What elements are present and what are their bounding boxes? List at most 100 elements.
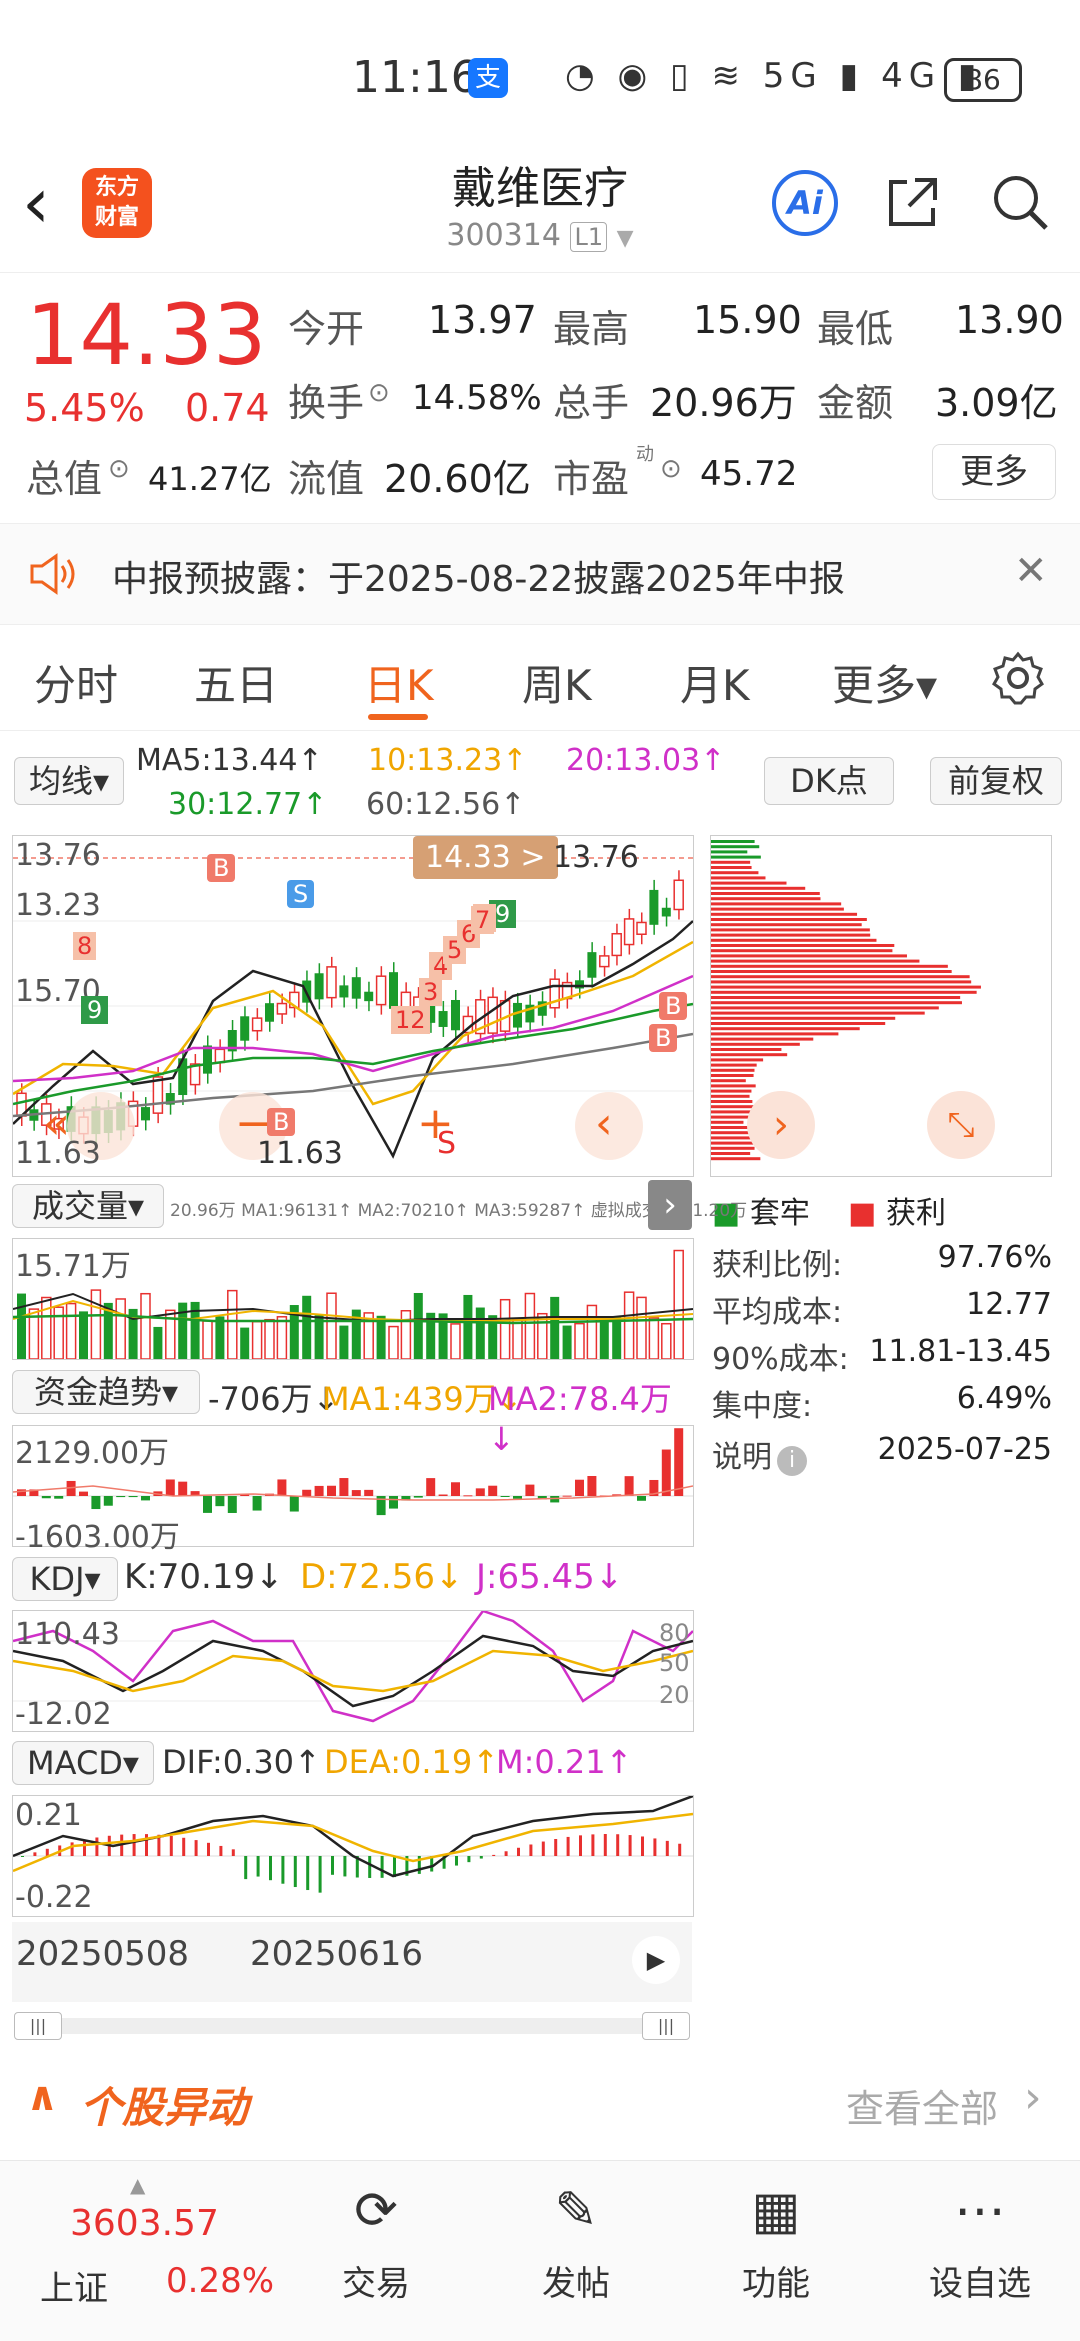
- fund-bar: [116, 1496, 126, 1498]
- kdj-selector[interactable]: KDJ▾: [12, 1557, 118, 1601]
- change-percent: 5.45%: [24, 386, 145, 430]
- volume-bar: [140, 1292, 151, 1360]
- buy-marker[interactable]: B: [659, 992, 688, 1020]
- volume-bar: [264, 1318, 275, 1360]
- search-icon[interactable]: [990, 172, 1050, 232]
- chip-bar: [711, 1037, 814, 1041]
- clock: 11:16: [352, 52, 479, 103]
- notice-banner[interactable]: 中报预披露：于2025-08-22披露2025年中报 ✕: [0, 523, 1080, 625]
- fund-bar: [314, 1485, 324, 1496]
- volume-bar: [115, 1298, 126, 1360]
- dropdown-icon: ▼: [616, 226, 634, 251]
- tab-monthly-k[interactable]: 月K: [680, 652, 750, 713]
- volume-selector[interactable]: 成交量▾: [12, 1184, 164, 1228]
- macd-bar: [665, 1840, 669, 1856]
- chip-bar: [711, 912, 858, 916]
- chip-distribution-chart[interactable]: › ⤡: [710, 835, 1052, 1177]
- macd-bar: [554, 1838, 558, 1856]
- fund-trend-selector[interactable]: 资金趋势▾: [12, 1370, 200, 1414]
- candle-body: [673, 879, 684, 911]
- macd-bar: [380, 1856, 384, 1878]
- chip-bar: [711, 985, 981, 989]
- chip-bar: [711, 907, 844, 911]
- current-price-tag[interactable]: 14.33 >: [413, 836, 558, 879]
- buy-marker[interactable]: B: [207, 854, 236, 882]
- chip-note-row[interactable]: 说明 i 2025-07-25: [712, 1432, 1052, 1479]
- chip-bar: [711, 892, 820, 895]
- td-count-marker: 12: [391, 1006, 430, 1034]
- chip-bar: [711, 1152, 751, 1155]
- candle-body: [451, 999, 460, 1031]
- tab-more[interactable]: 更多▾: [832, 652, 937, 713]
- nav-trade[interactable]: ⟳ 交易: [296, 2161, 456, 2341]
- range-handle-left[interactable]: |||: [14, 2012, 62, 2040]
- index-value: 3603.57: [70, 2203, 219, 2244]
- info-icon[interactable]: ⊙: [368, 378, 390, 408]
- gear-icon[interactable]: [990, 650, 1046, 706]
- sell-marker[interactable]: S: [287, 880, 315, 908]
- nav-functions[interactable]: ▦ 功能: [696, 2161, 856, 2341]
- chip-bar: [711, 876, 766, 880]
- fund-bar: [513, 1496, 522, 1499]
- kline-chart[interactable]: 13.76 13.23 15.70 11.63 14.33 > 13.76 11…: [12, 835, 694, 1177]
- macd-bar: [368, 1856, 372, 1878]
- kdj-level-20: 20: [659, 1681, 690, 1709]
- index-ticker[interactable]: ▲ 3603.57 上证 0.28%: [40, 2173, 274, 2333]
- zoom-in-icon[interactable]: +: [417, 1098, 454, 1149]
- macd-bar: [504, 1851, 508, 1856]
- chip-bar: [711, 866, 752, 869]
- chip-bar: [711, 1048, 782, 1051]
- pe-label: 市盈: [553, 457, 630, 501]
- macd-bar: [529, 1844, 533, 1856]
- buy-marker[interactable]: B: [649, 1024, 678, 1052]
- dk-point-button[interactable]: DK点: [764, 757, 894, 805]
- macd-bar: [306, 1856, 310, 1891]
- zoom-out-icon[interactable]: −: [235, 1098, 272, 1149]
- adjust-mode-button[interactable]: 前复权: [930, 757, 1062, 805]
- kdj-header: KDJ▾ K:70.19↓ D:72.56↓ J:65.45↓: [12, 1553, 692, 1603]
- ma10-value: 10:13.23↑: [368, 743, 528, 778]
- kdj-j-value: J:65.45↓: [476, 1557, 624, 1597]
- more-quote-button[interactable]: 更多: [932, 444, 1056, 500]
- chip-bar: [711, 1042, 800, 1046]
- tab-weekly-k[interactable]: 周K: [522, 652, 592, 713]
- chip-bar: [711, 928, 870, 932]
- ai-assistant-button[interactable]: Ai: [772, 170, 838, 236]
- candle-body: [141, 1107, 150, 1121]
- tab-daily-k[interactable]: 日K: [364, 652, 434, 713]
- volume-bar: [276, 1316, 288, 1360]
- info-icon[interactable]: ⊙: [108, 454, 130, 484]
- share-icon[interactable]: [885, 174, 941, 230]
- nav-post[interactable]: ✎ 发帖: [496, 2161, 656, 2341]
- tab-five-day[interactable]: 五日: [194, 652, 278, 713]
- play-icon[interactable]: ▶: [632, 1936, 680, 1984]
- range-slider[interactable]: ||| |||: [14, 2012, 690, 2040]
- fund-bar: [302, 1489, 312, 1496]
- chevron-right-icon[interactable]: ›: [747, 1091, 815, 1159]
- info-icon[interactable]: ⊙: [660, 454, 682, 484]
- stock-alert-section[interactable]: ∧ 个股异动 查看全部 ›: [0, 2060, 1080, 2150]
- candle-body: [513, 1002, 522, 1028]
- range-handle-right[interactable]: |||: [642, 2012, 690, 2040]
- macd-bar: [566, 1836, 570, 1856]
- nav-add-watchlist[interactable]: ⋯ 设自选: [900, 2161, 1060, 2341]
- grid-icon: ▦: [751, 2181, 801, 2241]
- macd-selector[interactable]: MACD▾: [12, 1741, 154, 1785]
- fund-bar: [91, 1496, 101, 1510]
- chevron-right-icon[interactable]: ›: [648, 1180, 692, 1230]
- scroll-back-icon[interactable]: ‹: [595, 1098, 613, 1149]
- ma-selector[interactable]: 均线▾: [14, 757, 124, 805]
- scroll-left-icon[interactable]: «: [43, 1098, 70, 1149]
- expand-icon[interactable]: ⤡: [927, 1091, 995, 1159]
- ma20-value: 20:13.03↑: [566, 743, 726, 778]
- candle-body: [203, 1045, 212, 1074]
- fund-bar: [587, 1476, 597, 1496]
- volume-bar: [648, 1317, 660, 1360]
- close-icon[interactable]: ✕: [1014, 548, 1048, 594]
- info-icon[interactable]: i: [777, 1446, 808, 1476]
- battery-icon: 86: [944, 58, 1022, 102]
- volume-bar: [661, 1322, 672, 1360]
- tab-intraday[interactable]: 分时: [34, 652, 118, 713]
- fund-bar: [103, 1496, 113, 1506]
- view-all-link[interactable]: 查看全部: [846, 2078, 998, 2133]
